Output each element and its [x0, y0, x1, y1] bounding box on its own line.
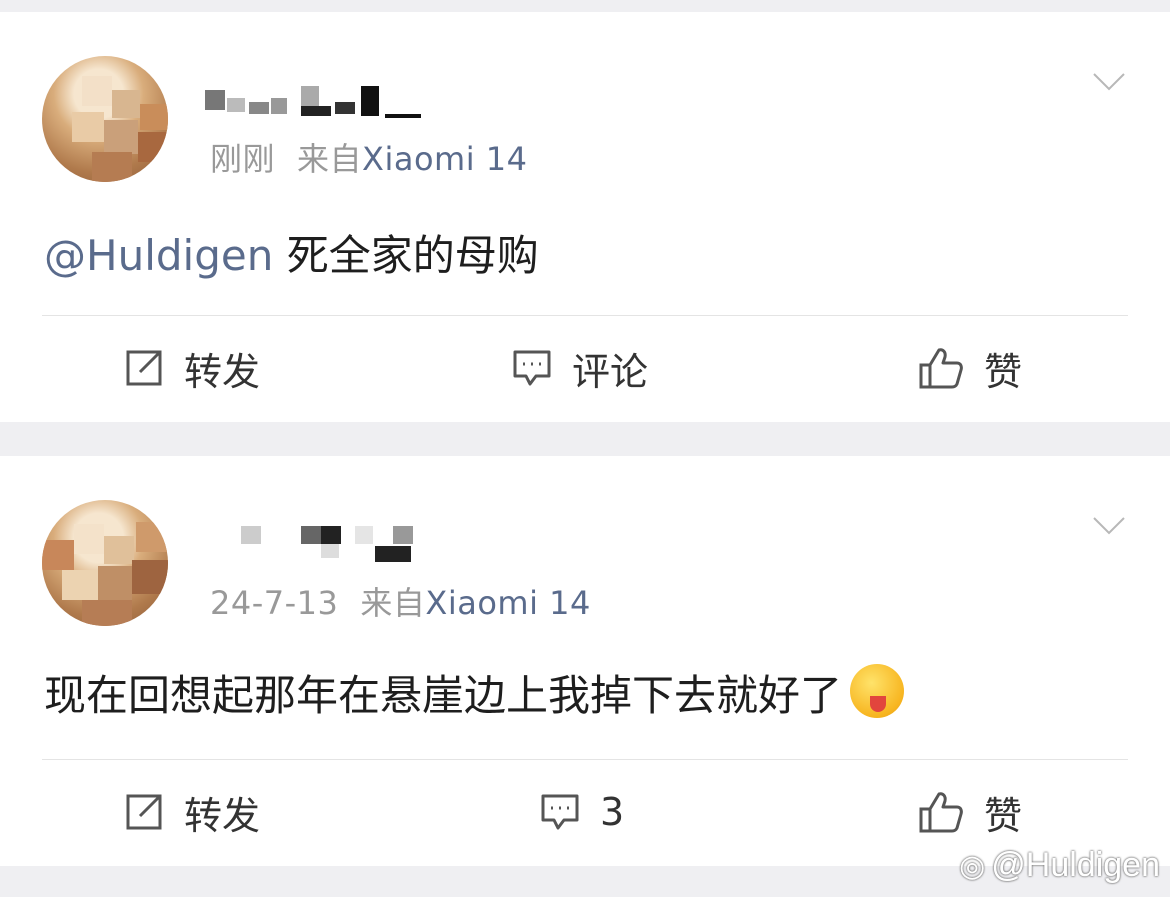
thumbs-up-icon	[919, 348, 963, 389]
mention-link[interactable]: @Huldigen	[44, 231, 273, 280]
post-time: 刚刚	[210, 140, 276, 178]
watermark-text: @Huldigen	[991, 846, 1160, 884]
comment-button[interactable]: 3	[540, 758, 624, 866]
chevron-down-icon[interactable]	[1092, 516, 1126, 536]
repost-icon	[126, 794, 162, 830]
source-device[interactable]: Xiaomi 14	[425, 584, 590, 622]
post-meta: 24-7-13 来自Xiaomi 14	[210, 578, 591, 624]
comment-button[interactable]: 评论	[512, 314, 648, 422]
source-prefix: 来自	[360, 584, 426, 622]
avatar[interactable]	[42, 500, 168, 626]
like-label: 赞	[984, 793, 1023, 838]
post-meta: 刚刚 来自Xiaomi 14	[210, 134, 527, 180]
source-device[interactable]: Xiaomi 14	[362, 140, 527, 178]
post-text: 死全家的母购	[286, 231, 539, 280]
chevron-down-icon[interactable]	[1092, 72, 1126, 92]
comment-icon	[541, 794, 579, 830]
source-prefix: 来自	[297, 140, 363, 178]
repost-button[interactable]: 转发	[124, 314, 260, 422]
username-blurred[interactable]	[205, 520, 445, 568]
username-blurred[interactable]	[205, 76, 445, 124]
action-bar: 转发 评论 赞	[0, 314, 1170, 422]
thumbs-up-icon	[919, 792, 963, 833]
post-card: 24-7-13 来自Xiaomi 14 现在回想起那年在悬崖边上我掉下去就好了 转…	[0, 456, 1170, 866]
post-content: @Huldigen 死全家的母购	[44, 222, 539, 283]
comment-icon	[513, 350, 551, 386]
winking-tongue-emoji-icon	[850, 664, 905, 718]
post-card: 刚刚 来自Xiaomi 14 @Huldigen 死全家的母购 转发 评论 赞	[0, 12, 1170, 422]
comment-count: 3	[600, 790, 625, 834]
like-button[interactable]: 赞	[918, 314, 1022, 422]
comment-label: 评论	[572, 349, 649, 394]
watermark: ◎ @Huldigen	[959, 846, 1160, 885]
post-content: 现在回想起那年在悬崖边上我掉下去就好了	[44, 662, 905, 723]
post-time: 24-7-13	[210, 584, 339, 622]
avatar[interactable]	[42, 56, 168, 182]
repost-label: 转发	[184, 349, 261, 394]
repost-label: 转发	[184, 793, 261, 838]
like-label: 赞	[984, 349, 1023, 394]
repost-button[interactable]: 转发	[124, 758, 260, 866]
weibo-logo-icon: ◎	[959, 850, 986, 883]
post-text: 现在回想起那年在悬崖边上我掉下去就好了	[44, 671, 843, 720]
repost-icon	[126, 350, 162, 386]
